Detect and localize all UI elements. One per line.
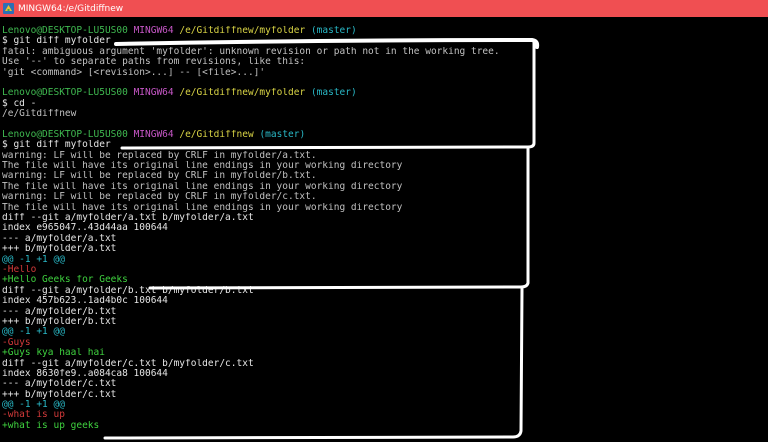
output-line: +++ b/myfolder/b.txt — [2, 316, 117, 327]
prompt-path: /e/Gitdiffnew/myfolder — [179, 26, 306, 36]
terminal-window: MINGW64:/e/Gitdiffnew Lenovo@DESKTOP-LU5… — [0, 0, 768, 442]
diff-hunk-header: @@ -1 +1 @@ — [2, 254, 65, 265]
prompt-line: Lenovo@DESKTOP-LU5US00 MINGW64 /e/Gitdif… — [2, 26, 768, 36]
diff-removed-line: -what is up — [2, 410, 65, 421]
prompt-msystem: MINGW64 — [133, 26, 174, 36]
prompt-branch: (master) — [259, 129, 306, 140]
output-line: diff --git a/myfolder/b.txt b/myfolder/b… — [2, 285, 254, 296]
window-title: MINGW64:/e/Gitdiffnew — [18, 3, 124, 14]
prompt-line: Lenovo@DESKTOP-LU5US00 MINGW64 /e/Gitdif… — [2, 88, 768, 98]
output-line: index e965047..43d44aa 100644 — [2, 223, 168, 234]
diff-added-line: +Hello Geeks for Geeks — [2, 275, 128, 286]
output-line: diff --git a/myfolder/a.txt b/myfolder/a… — [2, 213, 254, 224]
prompt-path: /e/Gitdiffnew — [179, 129, 254, 140]
output-line: +++ b/myfolder/c.txt — [2, 389, 117, 400]
output-line: diff --git a/myfolder/c.txt b/myfolder/c… — [2, 358, 254, 369]
output-line: The file will have its original line end… — [2, 202, 403, 213]
command-line: $ git diff myfolder — [2, 140, 111, 151]
output-line: warning: LF will be replaced by CRLF in … — [2, 150, 317, 161]
prompt-branch: (master) — [310, 26, 357, 36]
output-line: warning: LF will be replaced by CRLF in … — [2, 192, 317, 203]
prompt-user: Lenovo@DESKTOP-LU5US00 — [2, 129, 128, 140]
diff-added-line: +what is up geeks — [2, 420, 100, 431]
output-line: 'git <command> [<revision>...] -- [<file… — [2, 67, 266, 78]
output-line: index 8630fe9..a084ca8 100644 — [2, 368, 168, 379]
diff-hunk-header: @@ -1 +1 @@ — [2, 327, 65, 338]
prompt-path: /e/Gitdiffnew/myfolder — [179, 88, 306, 99]
terminal-output[interactable]: Lenovo@DESKTOP-LU5US00 MINGW64 /e/Gitdif… — [0, 26, 768, 442]
diff-added-line: +Guys kya haal hai — [2, 348, 105, 359]
output-line: The file will have its original line end… — [2, 161, 403, 172]
diff-hunk-header: @@ -1 +1 @@ — [2, 400, 65, 411]
diff-removed-line: -Hello — [2, 264, 37, 275]
output-line: /e/Gitdiffnew — [2, 109, 77, 120]
output-line: --- a/myfolder/c.txt — [2, 379, 117, 390]
mingw-app-icon — [3, 3, 14, 14]
output-line: fatal: ambiguous argument 'myfolder': un… — [2, 46, 500, 57]
output-line: index 457b623..1ad4b0c 100644 — [2, 296, 168, 307]
output-line: warning: LF will be replaced by CRLF in … — [2, 171, 317, 182]
output-line: --- a/myfolder/a.txt — [2, 233, 117, 244]
output-line: --- a/myfolder/b.txt — [2, 306, 117, 317]
prompt-msystem: MINGW64 — [133, 129, 174, 140]
prompt-line: Lenovo@DESKTOP-LU5US00 MINGW64 /e/Gitdif… — [2, 130, 768, 140]
output-line: The file will have its original line end… — [2, 181, 403, 192]
title-bar[interactable]: MINGW64:/e/Gitdiffnew — [0, 0, 768, 17]
command-line: $ cd - — [2, 98, 37, 109]
command-line: $ git diff myfolder — [2, 36, 111, 47]
output-line: Use '--' to separate paths from revision… — [2, 57, 306, 68]
prompt-msystem: MINGW64 — [133, 88, 174, 99]
prompt-user: Lenovo@DESKTOP-LU5US00 — [2, 26, 128, 36]
output-line: +++ b/myfolder/a.txt — [2, 244, 117, 255]
diff-removed-line: -Guys — [2, 337, 31, 348]
prompt-branch: (master) — [310, 88, 357, 99]
prompt-user: Lenovo@DESKTOP-LU5US00 — [2, 88, 128, 99]
